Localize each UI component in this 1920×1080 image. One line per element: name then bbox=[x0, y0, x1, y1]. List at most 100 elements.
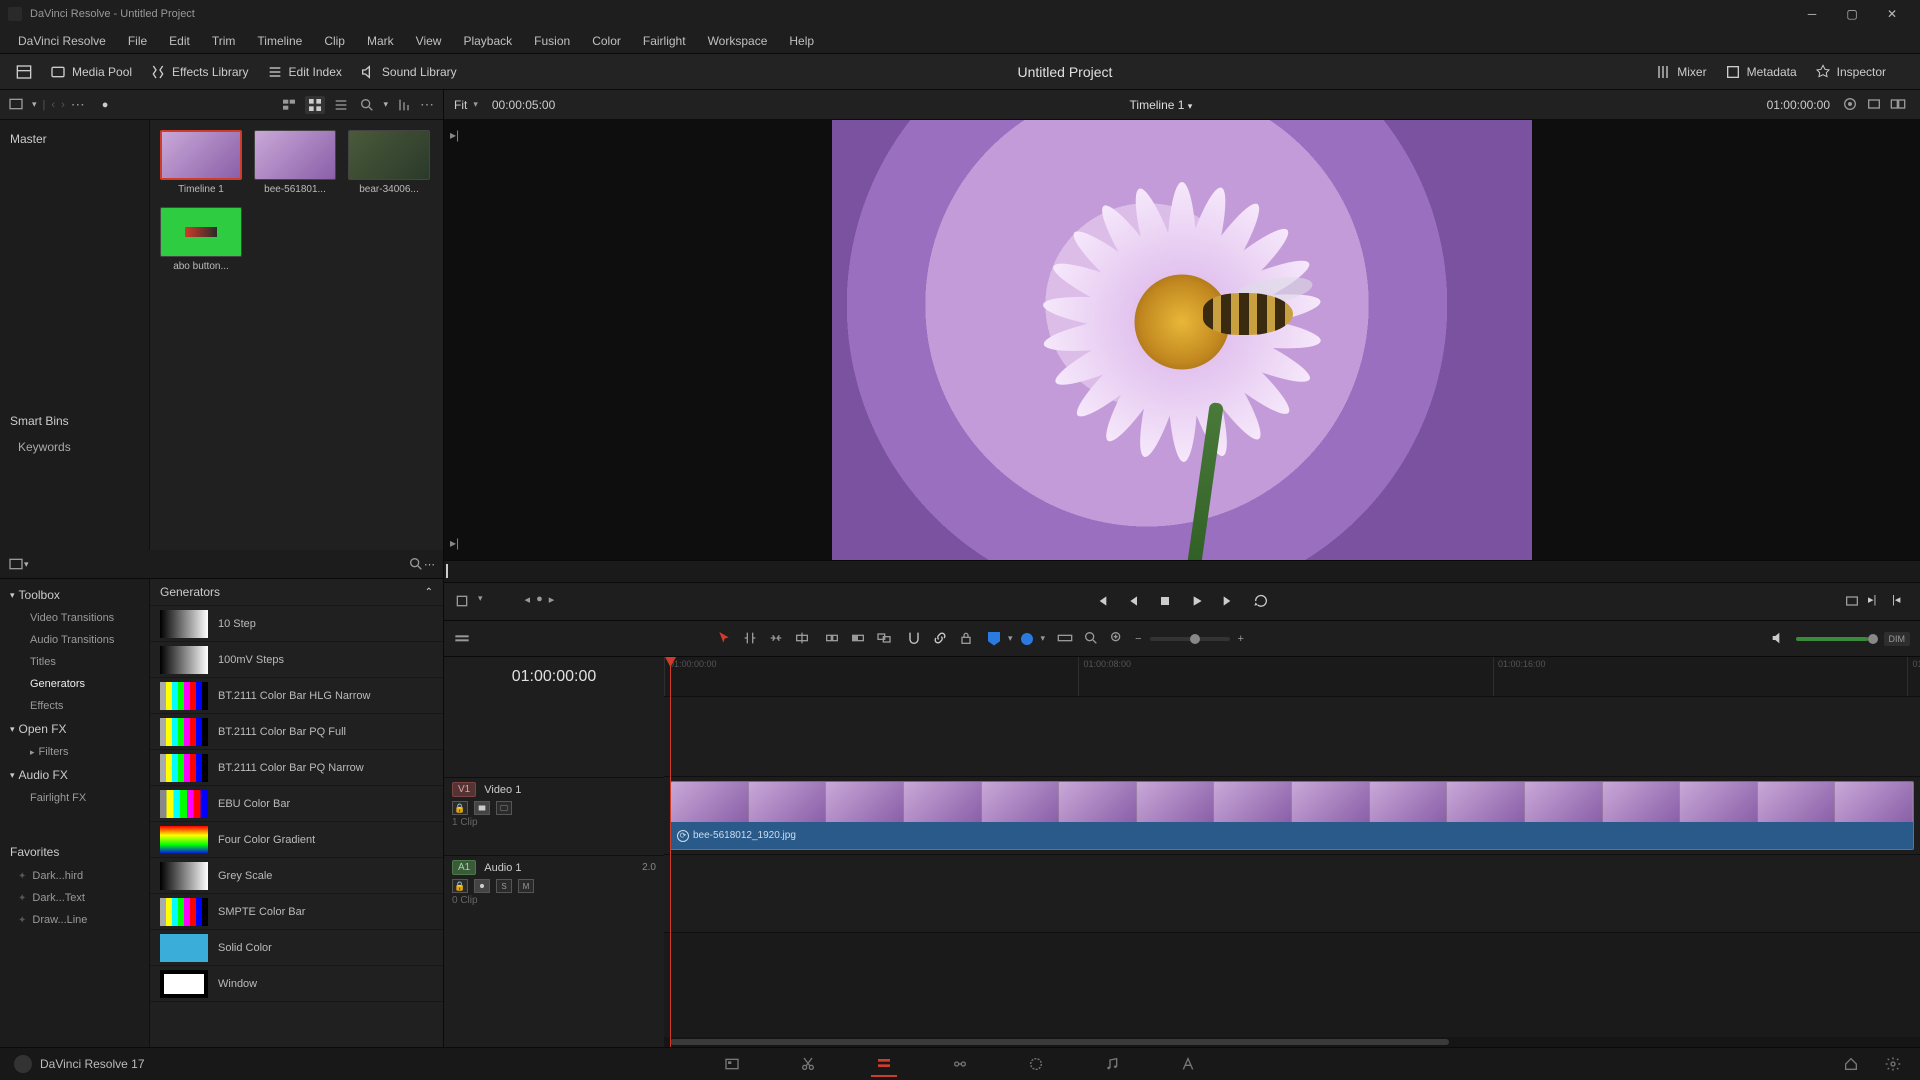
smart-bins-header[interactable]: Smart Bins bbox=[0, 408, 149, 434]
rewind-button[interactable] bbox=[1125, 593, 1143, 611]
generator-item[interactable]: BT.2111 Color Bar PQ Full bbox=[150, 714, 443, 750]
selection-tool[interactable] bbox=[716, 630, 734, 648]
menu-view[interactable]: View bbox=[406, 31, 452, 51]
clip-item[interactable]: bear-34006... bbox=[348, 130, 430, 195]
audio-transitions[interactable]: Audio Transitions bbox=[0, 629, 149, 651]
pool-options-icon[interactable]: ⋯ bbox=[420, 96, 435, 113]
stop-button[interactable] bbox=[1157, 593, 1175, 611]
generator-item[interactable]: EBU Color Bar bbox=[150, 786, 443, 822]
transform-overlay-icon[interactable] bbox=[454, 593, 472, 611]
generator-item[interactable]: BT.2111 Color Bar HLG Narrow bbox=[150, 678, 443, 714]
menu-color[interactable]: Color bbox=[582, 31, 631, 51]
menu-app[interactable]: DaVinci Resolve bbox=[8, 31, 116, 51]
timeline-view-icon[interactable] bbox=[454, 630, 472, 648]
generator-item[interactable]: 100mV Steps bbox=[150, 642, 443, 678]
nav-fwd-icon[interactable]: › bbox=[61, 99, 65, 111]
a1-solo-toggle[interactable]: S bbox=[496, 879, 512, 893]
menu-fairlight[interactable]: Fairlight bbox=[633, 31, 696, 51]
marker-icon[interactable] bbox=[1021, 633, 1033, 645]
goto-in-icon[interactable]: ▸| bbox=[1868, 593, 1886, 611]
options-icon[interactable]: ⋯ bbox=[71, 96, 86, 113]
titles[interactable]: Titles bbox=[0, 651, 149, 673]
prev-edit-icon[interactable]: ◂ bbox=[525, 593, 531, 611]
snapping-icon[interactable] bbox=[906, 630, 924, 648]
dynamic-trim-tool[interactable] bbox=[768, 630, 786, 648]
marker-chev-icon[interactable]: ▾ bbox=[1041, 633, 1046, 644]
zoom-fit[interactable]: Fit bbox=[454, 98, 467, 112]
detail-zoom-icon[interactable] bbox=[1083, 630, 1101, 648]
menu-timeline[interactable]: Timeline bbox=[247, 31, 312, 51]
audiofx-category[interactable]: ▾Audio FX bbox=[0, 763, 149, 787]
trim-tool[interactable] bbox=[742, 630, 760, 648]
color-page[interactable] bbox=[1023, 1051, 1049, 1077]
timeline-clip[interactable]: ⟳ bee-5618012_1920.jpg bbox=[670, 781, 1914, 850]
fx-chev-icon[interactable]: ▾ bbox=[24, 559, 29, 570]
media-page[interactable] bbox=[719, 1051, 745, 1077]
fairlight-fx[interactable]: Fairlight FX bbox=[0, 787, 149, 809]
flag-chev-icon[interactable]: ▾ bbox=[1008, 633, 1013, 644]
v1-lock-toggle[interactable] bbox=[452, 801, 468, 815]
clip-item[interactable]: abo button... bbox=[160, 207, 242, 272]
volume-slider[interactable] bbox=[1796, 637, 1876, 641]
v1-badge[interactable]: V1 bbox=[452, 782, 476, 797]
filters[interactable]: ▸Filters bbox=[0, 741, 149, 763]
volume-icon[interactable] bbox=[1770, 630, 1788, 648]
expand-viewer-bottom-icon[interactable]: ▸| bbox=[450, 536, 466, 552]
generator-item[interactable]: 10 Step bbox=[150, 606, 443, 642]
video-track-header[interactable]: V1 Video 1 1 Clip bbox=[444, 777, 664, 855]
clip-fx-icon[interactable]: ⟳ bbox=[677, 830, 689, 842]
chevron-down-icon[interactable]: ▾ bbox=[32, 99, 37, 110]
maximize-button[interactable]: ▢ bbox=[1832, 0, 1872, 28]
a1-badge[interactable]: A1 bbox=[452, 860, 476, 875]
home-button[interactable] bbox=[1838, 1051, 1864, 1077]
single-viewer-icon[interactable] bbox=[1866, 96, 1886, 114]
loop-button[interactable] bbox=[1253, 593, 1271, 611]
search-chev-icon[interactable]: ▾ bbox=[383, 99, 388, 110]
metadata-button[interactable]: Metadata bbox=[1719, 61, 1803, 83]
sort-icon[interactable] bbox=[394, 96, 414, 114]
minimize-button[interactable]: ─ bbox=[1792, 0, 1832, 28]
mixer-button[interactable]: Mixer bbox=[1649, 61, 1712, 83]
play-button[interactable] bbox=[1189, 593, 1207, 611]
fx-options-icon[interactable]: ⋯ bbox=[424, 558, 435, 571]
goto-out-icon[interactable]: |◂ bbox=[1892, 593, 1910, 611]
playhead[interactable] bbox=[670, 657, 671, 1047]
close-button[interactable]: ✕ bbox=[1872, 0, 1912, 28]
v1-auto-toggle[interactable] bbox=[474, 801, 490, 815]
clip-item[interactable]: bee-561801... bbox=[254, 130, 336, 195]
v1-enable-toggle[interactable] bbox=[496, 801, 512, 815]
a1-arm-toggle[interactable] bbox=[474, 879, 490, 893]
inspector-button[interactable]: Inspector bbox=[1809, 61, 1892, 83]
timeline-timecode[interactable]: 01:00:00:00 bbox=[444, 657, 664, 697]
viewer-scrubber[interactable] bbox=[444, 560, 1920, 582]
search-icon[interactable] bbox=[357, 96, 377, 114]
last-frame-button[interactable] bbox=[1221, 593, 1239, 611]
generator-item[interactable]: Four Color Gradient bbox=[150, 822, 443, 858]
pool-layout-icon[interactable] bbox=[8, 96, 26, 114]
menu-fusion[interactable]: Fusion bbox=[524, 31, 580, 51]
mark-in-icon[interactable] bbox=[1844, 593, 1862, 611]
dim-button[interactable]: DIM bbox=[1884, 632, 1911, 646]
first-frame-button[interactable] bbox=[1093, 593, 1111, 611]
custom-zoom-icon[interactable] bbox=[1109, 630, 1127, 648]
lock-icon[interactable] bbox=[958, 630, 976, 648]
timeline-tracks[interactable]: 01:00:00:0001:00:08:0001:00:16:0001:00:2… bbox=[664, 657, 1920, 1047]
fx-layout-icon[interactable] bbox=[8, 556, 24, 572]
generator-item[interactable]: Grey Scale bbox=[150, 858, 443, 894]
zoom-out-icon[interactable]: − bbox=[1135, 633, 1141, 645]
generator-item[interactable]: Solid Color bbox=[150, 930, 443, 966]
effects[interactable]: Effects bbox=[0, 695, 149, 717]
menu-file[interactable]: File bbox=[118, 31, 157, 51]
menu-playback[interactable]: Playback bbox=[453, 31, 522, 51]
generator-item[interactable]: BT.2111 Color Bar PQ Narrow bbox=[150, 750, 443, 786]
audio-track-header[interactable]: A1 Audio 1 2.0 S M 0 Clip bbox=[444, 855, 664, 933]
layout-button[interactable] bbox=[10, 61, 38, 83]
link-icon[interactable] bbox=[932, 630, 950, 648]
zoom-slider[interactable] bbox=[1150, 637, 1230, 641]
menu-mark[interactable]: Mark bbox=[357, 31, 404, 51]
flag-icon[interactable] bbox=[988, 632, 1000, 646]
view-metadata-icon[interactable] bbox=[279, 96, 299, 114]
a1-mute-toggle[interactable]: M bbox=[518, 879, 534, 893]
menu-help[interactable]: Help bbox=[779, 31, 824, 51]
favorite-item[interactable]: Dark...Text bbox=[0, 887, 149, 909]
